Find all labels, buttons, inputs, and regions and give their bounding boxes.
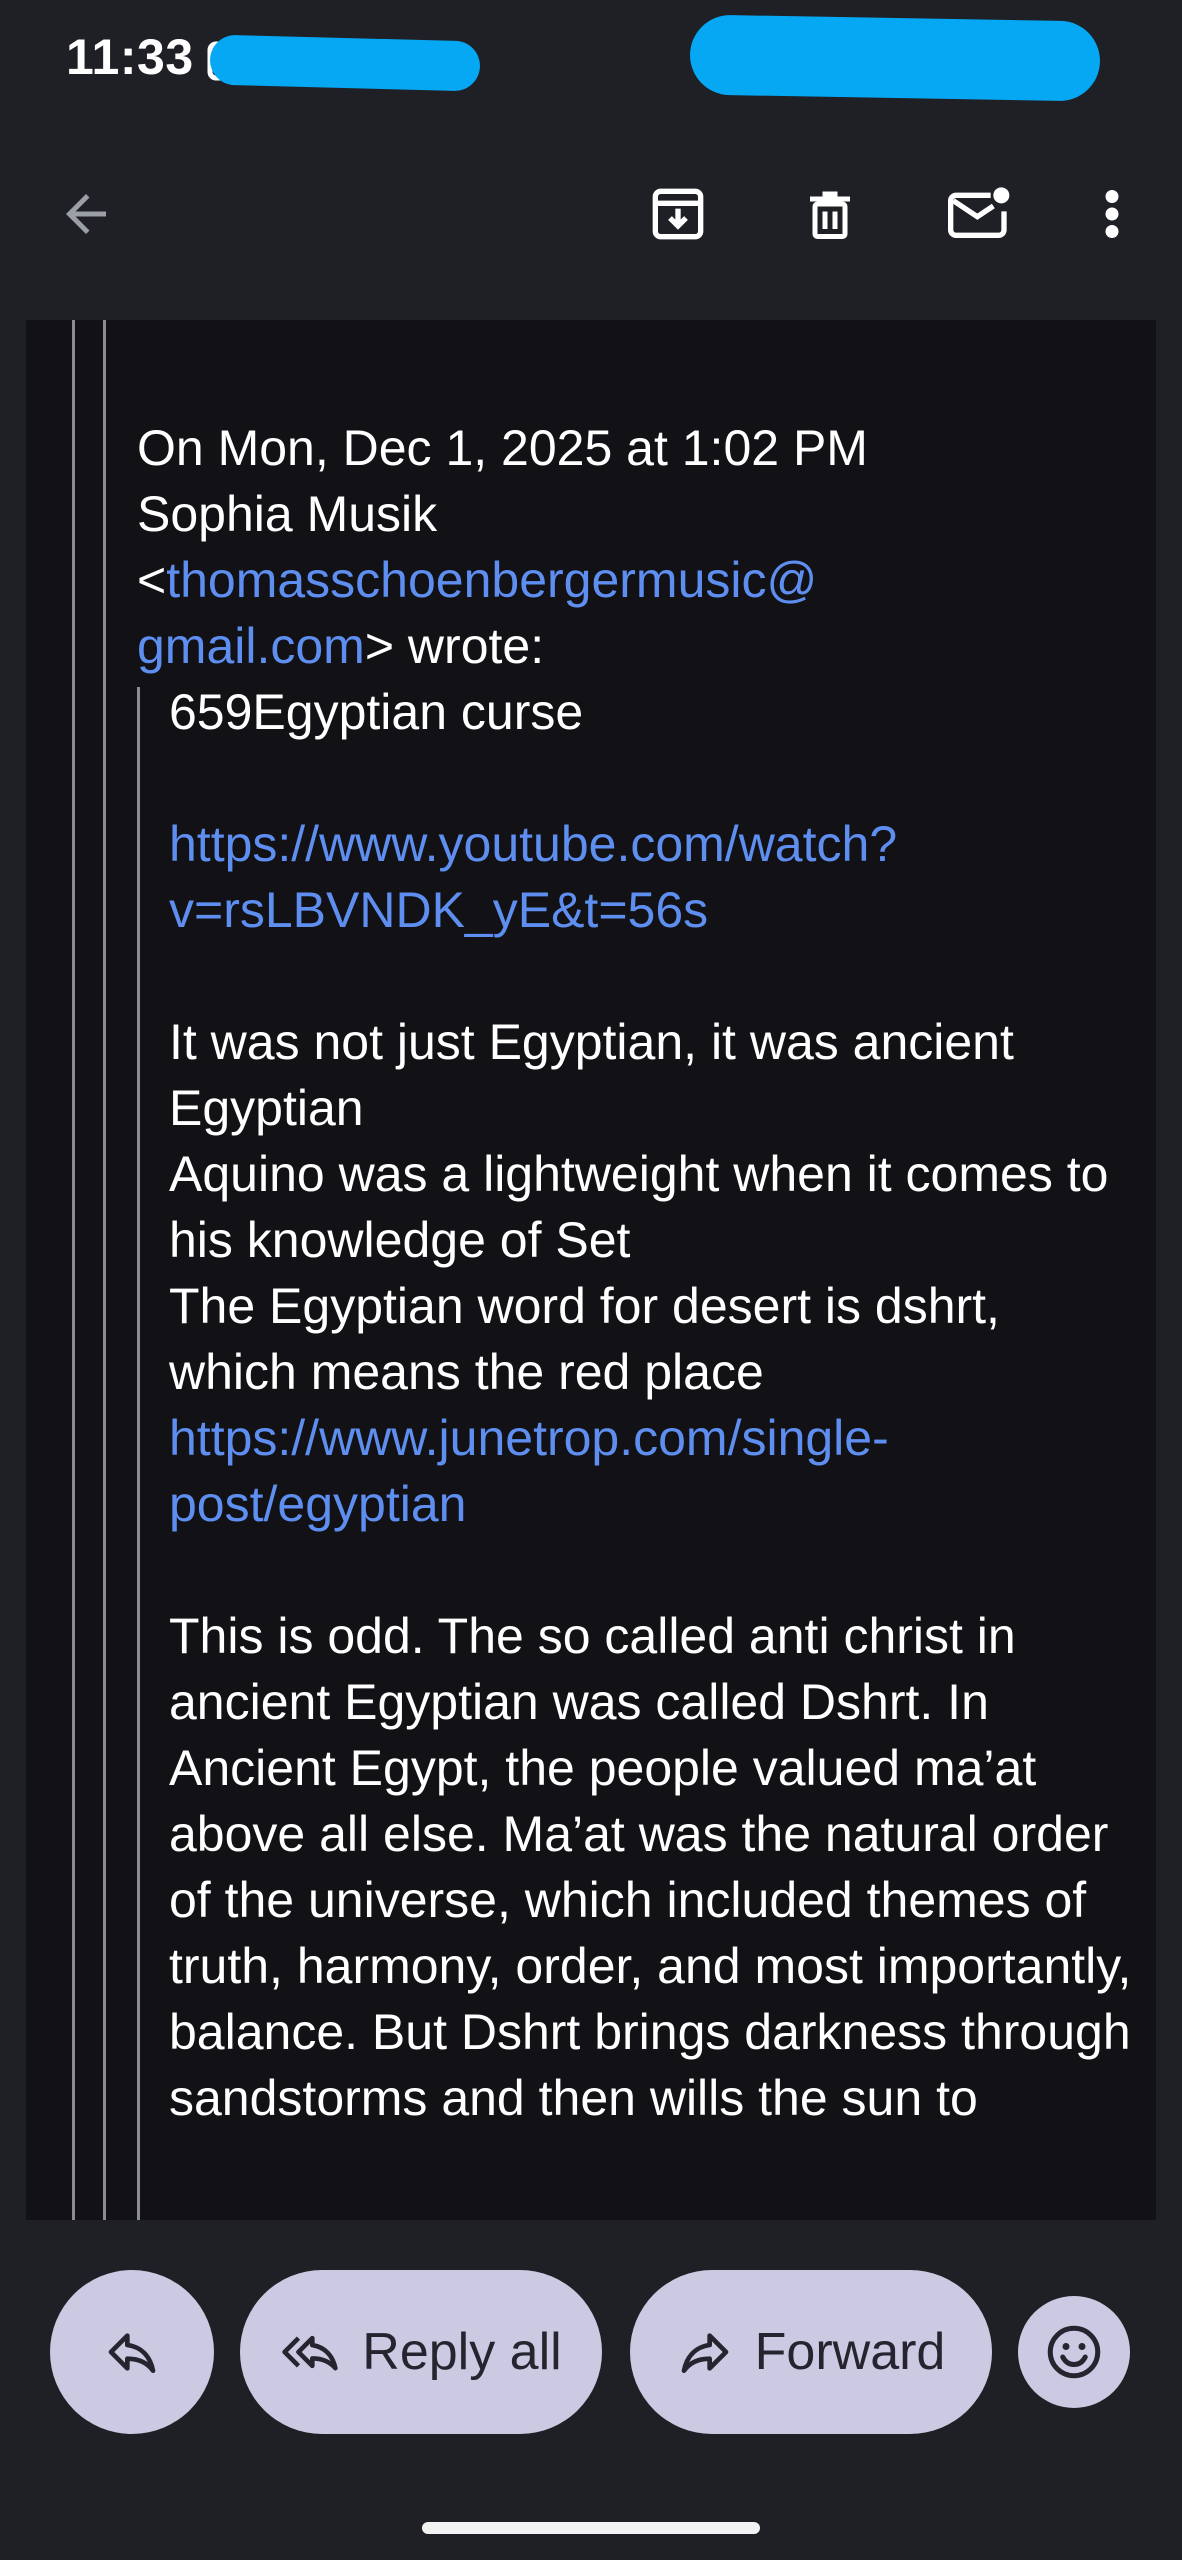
more-options-button[interactable] — [1064, 166, 1160, 262]
archive-button[interactable] — [630, 166, 726, 262]
quote-paragraph: Aquino was a lightweight when it comes t… — [169, 1146, 1109, 1268]
junetrop-link-cont[interactable]: post/egyptian — [169, 1471, 1137, 1537]
forward-label: Forward — [754, 2323, 946, 2381]
quoted-message: On Mon, Dec 1, 2025 at 1:02 PM Sophia Mu… — [137, 415, 1137, 2220]
home-indicator[interactable] — [422, 2522, 760, 2534]
email-toolbar — [0, 150, 1182, 280]
reply-all-label: Reply all — [362, 2323, 562, 2381]
forward-button[interactable]: Forward — [630, 2270, 992, 2434]
junetrop-link[interactable]: https://www.junetrop.com/single- — [169, 1405, 1137, 1471]
forward-icon — [681, 2333, 728, 2373]
sender-email-link-cont[interactable]: gmail.com — [137, 618, 365, 674]
reply-header-date: On Mon, Dec 1, 2025 at 1:02 PM — [137, 420, 868, 476]
reply-header-email-line2: gmail.com> wrote: — [137, 618, 545, 674]
redaction-mark — [209, 34, 481, 92]
reply-header-sender: Sophia Musik — [137, 486, 438, 542]
redaction-mark — [689, 14, 1101, 102]
quote-paragraph: This is odd. The so called anti christ i… — [169, 1608, 1132, 2126]
youtube-link-cont[interactable]: v=rsLBVNDK_yE&t=56s — [169, 877, 1137, 943]
arrow-left-icon — [66, 194, 106, 234]
back-button[interactable] — [38, 166, 134, 262]
reply-all-button[interactable]: Reply all — [240, 2270, 602, 2434]
reply-all-icon — [282, 2335, 338, 2371]
status-time: 11:33 — [66, 29, 194, 85]
emoji-icon — [1047, 2325, 1101, 2379]
reply-header-email-line: <thomasschoenbergermusic@ — [137, 552, 818, 608]
quote-subject: 659Egyptian curse — [169, 684, 584, 740]
archive-icon — [652, 188, 704, 240]
quote-line — [137, 687, 140, 2220]
reply-icon — [108, 2333, 156, 2373]
trash-icon — [810, 191, 850, 239]
mail-unread-icon — [948, 187, 1010, 238]
email-body: On Mon, Dec 1, 2025 at 1:02 PM Sophia Mu… — [26, 320, 1156, 2220]
quote-paragraph: It was not just Egyptian, it was ancient… — [169, 1014, 1014, 1136]
more-vertical-icon — [1105, 190, 1119, 238]
mark-unread-button[interactable] — [932, 166, 1028, 262]
blockquote: 659Egyptian curse https://www.youtube.co… — [137, 679, 1137, 2220]
youtube-link[interactable]: https://www.youtube.com/watch? — [169, 811, 1137, 877]
status-bar: 11:33 — [0, 0, 1182, 110]
quote-paragraph: The Egyptian word for desert is dshrt, w… — [169, 1278, 1000, 1400]
delete-button[interactable] — [782, 166, 878, 262]
sender-email-link[interactable]: thomasschoenbergermusic@ — [166, 552, 817, 608]
reply-button[interactable] — [50, 2270, 214, 2434]
quote-line — [103, 320, 106, 2220]
emoji-reaction-button[interactable] — [1018, 2296, 1130, 2408]
quote-line — [72, 320, 75, 2220]
